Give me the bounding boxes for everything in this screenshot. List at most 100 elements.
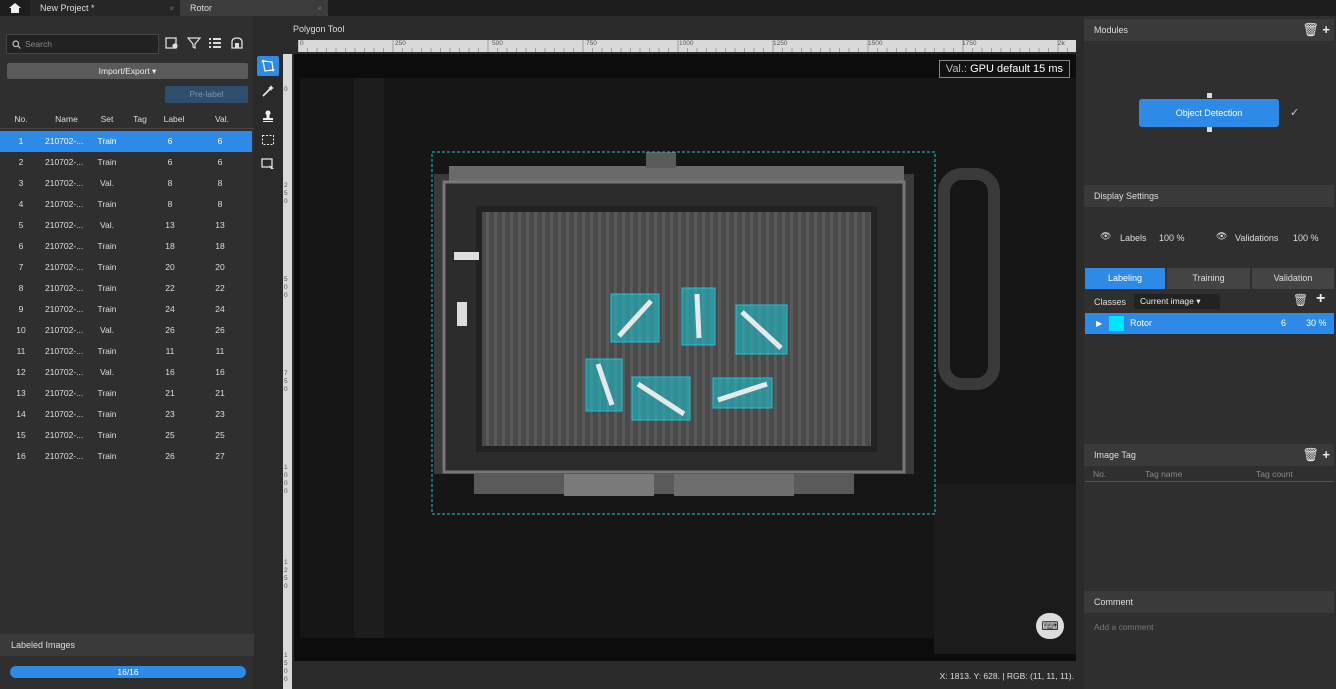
object-detection-module[interactable]: Object Detection	[1139, 99, 1279, 127]
filter-icon[interactable]	[186, 36, 202, 52]
inspection-image	[294, 54, 1076, 661]
cell-set: Train	[97, 409, 117, 419]
table-row[interactable]: 3 210702-... Val. 8 8	[0, 173, 252, 194]
cell-name: 210702-...	[45, 220, 84, 230]
tab-label: Rotor	[190, 3, 213, 13]
table-row[interactable]: 5 210702-... Val. 13 13	[0, 215, 252, 236]
column-header-no[interactable]: No.	[0, 110, 42, 128]
table-row[interactable]: 4 210702-... Train 8 8	[0, 194, 252, 215]
image-settings-icon[interactable]	[164, 36, 180, 52]
cell-label: 13	[165, 220, 175, 230]
cell-set: Val.	[99, 178, 115, 188]
class-color-swatch[interactable]	[1109, 316, 1124, 331]
cell-label: 22	[165, 283, 175, 293]
rectangle-select-icon[interactable]	[257, 130, 279, 150]
table-row[interactable]: 13 210702-... Train 21 21	[0, 383, 252, 404]
close-icon[interactable]: ×	[169, 4, 174, 13]
table-row[interactable]: 14 210702-... Train 23 23	[0, 404, 252, 425]
tab-validation[interactable]: Validation	[1252, 268, 1334, 289]
add-icon[interactable]: +	[1322, 22, 1330, 37]
tab-new-project[interactable]: New Project * ×	[30, 0, 180, 16]
image-canvas[interactable]: Val.: GPU default 15 ms	[294, 54, 1076, 661]
ruler-tick-label: 750	[586, 40, 597, 47]
cell-val: 21	[215, 388, 225, 398]
cell-no: 16	[16, 451, 26, 461]
magic-wand-icon[interactable]	[257, 81, 279, 101]
tab-labeling[interactable]: Labeling	[1085, 268, 1165, 289]
mask-tool-icon[interactable]	[257, 154, 279, 174]
table-row[interactable]: 7 210702-... Train 20 20	[0, 257, 252, 278]
keyboard-icon[interactable]: ⌨	[1036, 613, 1064, 639]
modules-title: Modules	[1094, 25, 1129, 35]
table-row[interactable]: 1 210702-... Train 6 6	[0, 131, 252, 152]
tool-title: Polygon Tool	[293, 24, 345, 34]
cell-tag	[126, 173, 148, 194]
comment-input[interactable]: Add a comment	[1094, 622, 1154, 632]
cell-val: 8	[217, 199, 223, 209]
cell-tag	[126, 152, 148, 173]
cell-name: 210702-...	[45, 388, 84, 398]
close-icon[interactable]: ×	[317, 4, 322, 13]
classes-filter-select[interactable]: Current image ▾	[1134, 294, 1220, 309]
rotor-label[interactable]	[631, 376, 691, 421]
rotor-label[interactable]	[735, 304, 788, 355]
cell-label: 26	[165, 451, 175, 461]
cell-val: 6	[217, 136, 223, 146]
table-row[interactable]: 6 210702-... Train 18 18	[0, 236, 252, 257]
cell-set: Val.	[99, 367, 115, 377]
ruler-tick-label: 1750	[962, 40, 977, 47]
expand-icon[interactable]: ▶	[1096, 313, 1102, 334]
cell-label: 18	[165, 241, 175, 251]
trash-icon[interactable]: 🗑	[1293, 293, 1308, 307]
table-row[interactable]: 9 210702-... Train 24 24	[0, 299, 252, 320]
table-row[interactable]: 15 210702-... Train 25 25	[0, 425, 252, 446]
rotor-label[interactable]	[681, 287, 716, 346]
eye-icon[interactable]: 👁	[1216, 231, 1227, 242]
table-row[interactable]: 8 210702-... Train 22 22	[0, 278, 252, 299]
class-name: Rotor	[1130, 318, 1153, 328]
add-icon[interactable]: +	[1322, 447, 1330, 462]
cell-tag	[126, 257, 148, 278]
stamp-icon[interactable]	[257, 106, 279, 126]
search-input[interactable]: Search	[6, 34, 159, 54]
labels-opacity[interactable]: 100 %	[1159, 233, 1185, 243]
column-header-set[interactable]: Set	[88, 110, 126, 128]
column-header-val[interactable]: Val.	[194, 110, 250, 128]
trash-icon[interactable]: 🗑	[1302, 22, 1319, 37]
tab-rotor[interactable]: Rotor ×	[180, 0, 328, 16]
validations-opacity[interactable]: 100 %	[1293, 233, 1319, 243]
image-list-panel: Search Import/Export ▾ Pre-label No. Nam…	[0, 16, 254, 689]
table-row[interactable]: 12 210702-... Val. 16 16	[0, 362, 252, 383]
column-header-label[interactable]: Label	[154, 110, 194, 128]
list-icon[interactable]	[207, 36, 223, 52]
table-row[interactable]: 16 210702-... Train 26 27	[0, 446, 252, 467]
column-header-name[interactable]: Name	[42, 110, 88, 128]
polygon-tool-icon[interactable]	[257, 56, 279, 76]
trash-icon[interactable]: 🗑	[1302, 447, 1319, 462]
modules-header: Modules 🗑 +	[1084, 19, 1334, 41]
tab-training[interactable]: Training	[1167, 268, 1250, 289]
camera-icon[interactable]	[229, 36, 245, 52]
cell-name: 210702-...	[45, 451, 84, 461]
cell-set: Train	[97, 430, 117, 440]
table-row[interactable]: 10 210702-... Val. 26 26	[0, 320, 252, 341]
rotor-label[interactable]	[712, 377, 773, 409]
cell-tag	[126, 446, 148, 467]
search-placeholder: Search	[25, 39, 52, 49]
pre-label-button[interactable]: Pre-label	[165, 86, 248, 103]
import-export-button[interactable]: Import/Export ▾	[7, 63, 248, 79]
table-row[interactable]: 11 210702-... Train 11 11	[0, 341, 252, 362]
rotor-label[interactable]	[585, 358, 623, 412]
eye-icon[interactable]: 👁	[1100, 231, 1111, 242]
ruler-tick-label: 1500	[868, 40, 883, 47]
class-row-rotor[interactable]: ▶ Rotor 6 30 %	[1085, 313, 1334, 334]
cell-set: Val.	[99, 220, 115, 230]
add-icon[interactable]: +	[1316, 290, 1325, 308]
cell-set: Train	[97, 262, 117, 272]
cell-val: 25	[215, 430, 225, 440]
ruler-tick-label: 250	[284, 182, 288, 205]
table-row[interactable]: 2 210702-... Train 6 6	[0, 152, 252, 173]
rotor-label[interactable]	[610, 293, 660, 343]
home-icon[interactable]	[8, 2, 22, 14]
column-header-tag[interactable]: Tag	[126, 110, 154, 128]
